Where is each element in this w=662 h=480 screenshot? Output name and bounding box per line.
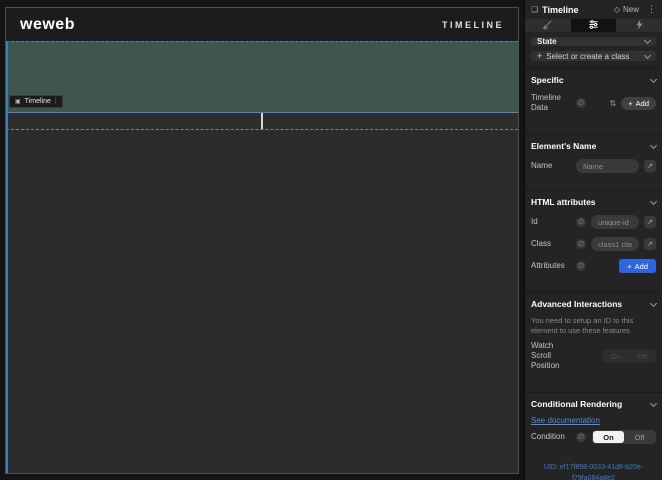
class-row: Class ∅ ↗ — [531, 237, 656, 251]
advanced-note: You need to setup an ID to this element … — [531, 316, 656, 336]
bind-icon[interactable]: ∅ — [576, 217, 586, 227]
section-conditional-rendering: Conditional Rendering See documentation … — [525, 392, 662, 444]
plus-icon: + — [628, 99, 632, 108]
watch-scroll-label: Watch Scroll Position — [531, 341, 571, 371]
tab-settings[interactable] — [571, 19, 617, 32]
toggle-off: Off — [629, 350, 655, 362]
chevron-down-icon — [644, 37, 651, 44]
bind-formula-button[interactable]: ↗ — [644, 238, 656, 250]
section-advanced-interactions: Advanced Interactions You need to setup … — [525, 292, 662, 385]
class-label: Class — [531, 239, 571, 249]
timeline-columns-row[interactable] — [6, 113, 518, 130]
toggle-off[interactable]: Off — [624, 431, 655, 443]
condition-row: Condition ∅ On Off — [531, 430, 656, 444]
toggle-on[interactable]: On — [593, 431, 624, 443]
bind-formula-button[interactable]: ↗ — [644, 160, 656, 172]
chevron-down-icon — [650, 141, 657, 148]
tab-workflows[interactable] — [616, 19, 662, 32]
watch-scroll-row: Watch Scroll Position On Off — [531, 341, 656, 371]
new-state-button[interactable]: ◇ New — [614, 5, 639, 14]
condition-label: Condition — [531, 432, 571, 442]
section-specific-header[interactable]: Specific — [531, 75, 656, 85]
selection-outline-left — [6, 41, 8, 473]
name-label: Name — [531, 161, 571, 171]
timeline-cell-right[interactable] — [263, 113, 518, 129]
id-label: Id — [531, 217, 571, 227]
class-input[interactable] — [591, 237, 639, 251]
condition-toggle[interactable]: On Off — [592, 430, 656, 444]
nav-menu-timeline[interactable]: TIMELINE — [442, 20, 504, 30]
watch-scroll-toggle: On Off — [602, 349, 656, 363]
attributes-add-button[interactable]: + Add — [619, 259, 656, 273]
sidebar-tabs — [525, 19, 662, 32]
chevron-down-icon — [650, 400, 657, 407]
timeline-cell-left[interactable] — [6, 113, 261, 129]
sidebar-header: ❏ Timeline ◇ New ⋮ — [525, 0, 662, 18]
section-conditional-rendering-header[interactable]: Conditional Rendering — [531, 399, 656, 409]
kebab-menu-icon[interactable]: ⋮ — [647, 4, 656, 15]
bind-formula-button[interactable]: ↗ — [644, 216, 656, 228]
brush-icon — [542, 19, 553, 32]
plus-icon: + — [627, 262, 631, 271]
tab-style[interactable] — [525, 19, 571, 32]
section-elements-name: Element's Name Name ↗ — [525, 134, 662, 183]
state-dropdown[interactable]: State — [531, 37, 656, 46]
bind-icon[interactable]: ∅ — [576, 432, 586, 442]
hero-section[interactable]: ▣ Timeline | — [6, 41, 518, 113]
section-html-attributes-header[interactable]: HTML attributes — [531, 197, 656, 207]
editor-canvas[interactable]: weweb TIMELINE ▣ Timeline | — [5, 7, 519, 474]
class-selector-label: Select or create a class — [546, 52, 629, 61]
lightning-icon — [634, 19, 645, 32]
state-label: State — [537, 37, 557, 46]
bind-icon[interactable]: ∅ — [576, 98, 586, 108]
name-input[interactable] — [576, 159, 639, 173]
chevron-down-icon — [650, 299, 657, 306]
page-navbar[interactable]: weweb TIMELINE — [6, 8, 518, 41]
attributes-row: Attributes ∅ + Add — [531, 259, 656, 273]
bind-icon[interactable]: ∅ — [576, 239, 586, 249]
attributes-label: Attributes — [531, 261, 571, 271]
section-conditional-rendering-title: Conditional Rendering — [531, 399, 622, 409]
chevron-down-icon — [650, 197, 657, 204]
weweb-logo[interactable]: weweb — [20, 16, 75, 34]
class-selector[interactable]: + Select or create a class — [531, 51, 656, 61]
id-input[interactable] — [591, 215, 639, 229]
see-documentation-link[interactable]: See documentation — [531, 416, 600, 425]
section-html-attributes: HTML attributes Id ∅ ↗ Class ∅ ↗ Attribu… — [525, 190, 662, 285]
sliders-icon — [588, 19, 599, 32]
timeline-data-label: Timeline Data — [531, 93, 571, 113]
page-body[interactable] — [6, 130, 518, 473]
section-html-attributes-title: HTML attributes — [531, 197, 596, 207]
section-specific-title: Specific — [531, 75, 564, 85]
selection-badge[interactable]: ▣ Timeline | — [9, 95, 63, 108]
uid-block: UID: ef17f898-0033-41d8-b20e-f79fa084a8e… — [525, 462, 662, 480]
selection-badge-label: Timeline — [25, 98, 51, 105]
badge-divider: | — [55, 98, 57, 105]
section-elements-name-header[interactable]: Element's Name — [531, 141, 656, 151]
selected-element-title: Timeline — [542, 5, 578, 15]
new-label: New — [623, 5, 639, 14]
weweb-editor: weweb TIMELINE ▣ Timeline | ❏ Timeline ◇… — [0, 0, 662, 480]
timeline-data-add-button[interactable]: + Add — [621, 97, 656, 110]
section-advanced-interactions-title: Advanced Interactions — [531, 299, 622, 309]
uid-text: UID: ef17f898-0033-41d8-b20e-f79fa084a8e… — [531, 462, 656, 480]
name-row: Name ↗ — [531, 159, 656, 173]
section-specific: Specific Timeline Data ∅ ⇅ + Add — [525, 68, 662, 127]
element-icon: ▣ — [15, 98, 21, 105]
chevron-down-icon — [650, 75, 657, 82]
section-elements-name-title: Element's Name — [531, 141, 596, 151]
section-advanced-interactions-header[interactable]: Advanced Interactions — [531, 299, 656, 309]
timeline-data-row: Timeline Data ∅ ⇅ + Add — [531, 93, 656, 113]
sort-order-icon[interactable]: ⇅ — [610, 99, 617, 108]
chevron-down-icon — [644, 51, 651, 58]
toggle-on: On — [603, 350, 629, 362]
diamond-icon: ◇ — [614, 5, 620, 14]
bind-icon[interactable]: ∅ — [576, 261, 586, 271]
plus-icon: + — [537, 51, 542, 61]
settings-sidebar: ❏ Timeline ◇ New ⋮ — [524, 0, 662, 480]
id-row: Id ∅ ↗ — [531, 215, 656, 229]
component-icon: ❏ — [531, 5, 538, 14]
